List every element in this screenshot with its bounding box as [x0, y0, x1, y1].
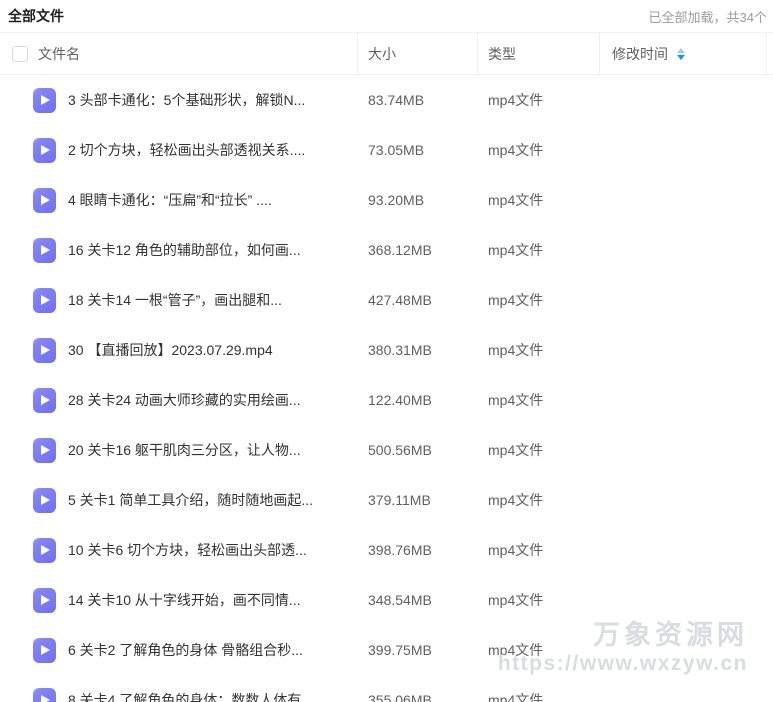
sort-carets-icon[interactable] [677, 48, 685, 60]
file-size: 122.40MB [358, 392, 478, 408]
table-header: 文件名 大小 类型 修改时间 [0, 32, 773, 75]
file-name[interactable]: 4 眼睛卡通化：“压扁”和“拉长” .... [68, 190, 272, 210]
column-header-type: 类型 [478, 33, 600, 74]
file-type: mp4文件 [478, 540, 600, 560]
play-triangle-icon [41, 545, 50, 555]
column-header-filename: 文件名 [0, 33, 358, 74]
column-header-modified[interactable]: 修改时间 [600, 33, 767, 74]
video-file-icon [33, 338, 56, 363]
file-type: mp4文件 [478, 490, 600, 510]
table-row[interactable]: 14 关卡10 从十字线开始，画不同情... 348.54MB mp4文件 [0, 575, 773, 625]
caret-up-icon [677, 48, 685, 53]
column-label-modified: 修改时间 [612, 44, 668, 64]
column-label-filename: 文件名 [38, 44, 80, 64]
file-size: 380.31MB [358, 342, 478, 358]
video-file-icon [33, 638, 56, 663]
play-triangle-icon [41, 495, 50, 505]
table-row[interactable]: 28 关卡24 动画大师珍藏的实用绘画... 122.40MB mp4文件 [0, 375, 773, 425]
file-type: mp4文件 [478, 190, 600, 210]
video-file-icon [33, 438, 56, 463]
file-type: mp4文件 [478, 690, 600, 702]
play-triangle-icon [41, 245, 50, 255]
video-file-icon [33, 588, 56, 613]
file-type: mp4文件 [478, 90, 600, 110]
page-header: 全部文件 已全部加载，共34个 [0, 0, 773, 32]
file-size: 398.76MB [358, 542, 478, 558]
select-all-checkbox[interactable] [12, 46, 28, 62]
play-triangle-icon [41, 645, 50, 655]
column-label-type: 类型 [488, 44, 516, 64]
file-name[interactable]: 2 切个方块，轻松画出头部透视关系.... [68, 140, 305, 160]
video-file-icon [33, 488, 56, 513]
play-triangle-icon [41, 195, 50, 205]
table-row[interactable]: 3 头部卡通化：5个基础形状，解锁N... 83.74MB mp4文件 [0, 75, 773, 125]
play-triangle-icon [41, 145, 50, 155]
play-triangle-icon [41, 395, 50, 405]
video-file-icon [33, 238, 56, 263]
file-size: 83.74MB [358, 92, 478, 108]
file-name[interactable]: 16 关卡12 角色的辅助部位，如何画... [68, 240, 301, 260]
video-file-icon [33, 188, 56, 213]
file-name[interactable]: 18 关卡14 一根“管子”，画出腿和... [68, 290, 282, 310]
table-row[interactable]: 10 关卡6 切个方块，轻松画出头部透... 398.76MB mp4文件 [0, 525, 773, 575]
play-triangle-icon [41, 295, 50, 305]
file-size: 368.12MB [358, 242, 478, 258]
table-row[interactable]: 16 关卡12 角色的辅助部位，如何画... 368.12MB mp4文件 [0, 225, 773, 275]
column-label-size: 大小 [368, 44, 396, 64]
file-type: mp4文件 [478, 440, 600, 460]
file-size: 399.75MB [358, 642, 478, 658]
table-row[interactable]: 2 切个方块，轻松画出头部透视关系.... 73.05MB mp4文件 [0, 125, 773, 175]
file-type: mp4文件 [478, 340, 600, 360]
file-name[interactable]: 30 【直播回放】2023.07.29.mp4 [68, 340, 273, 360]
file-type: mp4文件 [478, 640, 600, 660]
video-file-icon [33, 138, 56, 163]
play-triangle-icon [41, 445, 50, 455]
video-file-icon [33, 538, 56, 563]
file-size: 500.56MB [358, 442, 478, 458]
file-type: mp4文件 [478, 290, 600, 310]
table-row[interactable]: 6 关卡2 了解角色的身体 骨骼组合秒... 399.75MB mp4文件 [0, 625, 773, 675]
play-triangle-icon [41, 95, 50, 105]
table-row[interactable]: 8 关卡4 了解角色的身体：数数人体有... 355.06MB mp4文件 [0, 675, 773, 702]
file-type: mp4文件 [478, 140, 600, 160]
file-list: 3 头部卡通化：5个基础形状，解锁N... 83.74MB mp4文件 2 切个… [0, 75, 773, 702]
file-type: mp4文件 [478, 590, 600, 610]
table-row[interactable]: 18 关卡14 一根“管子”，画出腿和... 427.48MB mp4文件 [0, 275, 773, 325]
file-size: 355.06MB [358, 692, 478, 702]
file-size: 93.20MB [358, 192, 478, 208]
file-type: mp4文件 [478, 240, 600, 260]
file-name[interactable]: 3 头部卡通化：5个基础形状，解锁N... [68, 90, 305, 110]
video-file-icon [33, 688, 56, 702]
table-row[interactable]: 30 【直播回放】2023.07.29.mp4 380.31MB mp4文件 [0, 325, 773, 375]
file-name[interactable]: 20 关卡16 躯干肌肉三分区，让人物... [68, 440, 301, 460]
file-name[interactable]: 5 关卡1 简单工具介绍，随时随地画起... [68, 490, 313, 510]
table-row[interactable]: 4 眼睛卡通化：“压扁”和“拉长” .... 93.20MB mp4文件 [0, 175, 773, 225]
video-file-icon [33, 288, 56, 313]
file-type: mp4文件 [478, 390, 600, 410]
play-triangle-icon [41, 595, 50, 605]
video-file-icon [33, 88, 56, 113]
file-name[interactable]: 6 关卡2 了解角色的身体 骨骼组合秒... [68, 640, 303, 660]
table-row[interactable]: 20 关卡16 躯干肌肉三分区，让人物... 500.56MB mp4文件 [0, 425, 773, 475]
file-size: 348.54MB [358, 592, 478, 608]
column-header-size: 大小 [358, 33, 478, 74]
play-triangle-icon [41, 695, 50, 702]
column-header-spacer [767, 33, 773, 74]
file-name[interactable]: 14 关卡10 从十字线开始，画不同情... [68, 590, 301, 610]
caret-down-icon [677, 55, 685, 60]
file-name[interactable]: 10 关卡6 切个方块，轻松画出头部透... [68, 540, 307, 560]
page-title: 全部文件 [8, 6, 64, 26]
file-name[interactable]: 8 关卡4 了解角色的身体：数数人体有... [68, 690, 313, 702]
table-row[interactable]: 5 关卡1 简单工具介绍，随时随地画起... 379.11MB mp4文件 [0, 475, 773, 525]
file-size: 427.48MB [358, 292, 478, 308]
play-triangle-icon [41, 345, 50, 355]
file-name[interactable]: 28 关卡24 动画大师珍藏的实用绘画... [68, 390, 301, 410]
file-size: 73.05MB [358, 142, 478, 158]
load-status-text: 已全部加载，共34个 [649, 7, 767, 26]
file-size: 379.11MB [358, 492, 478, 508]
video-file-icon [33, 388, 56, 413]
